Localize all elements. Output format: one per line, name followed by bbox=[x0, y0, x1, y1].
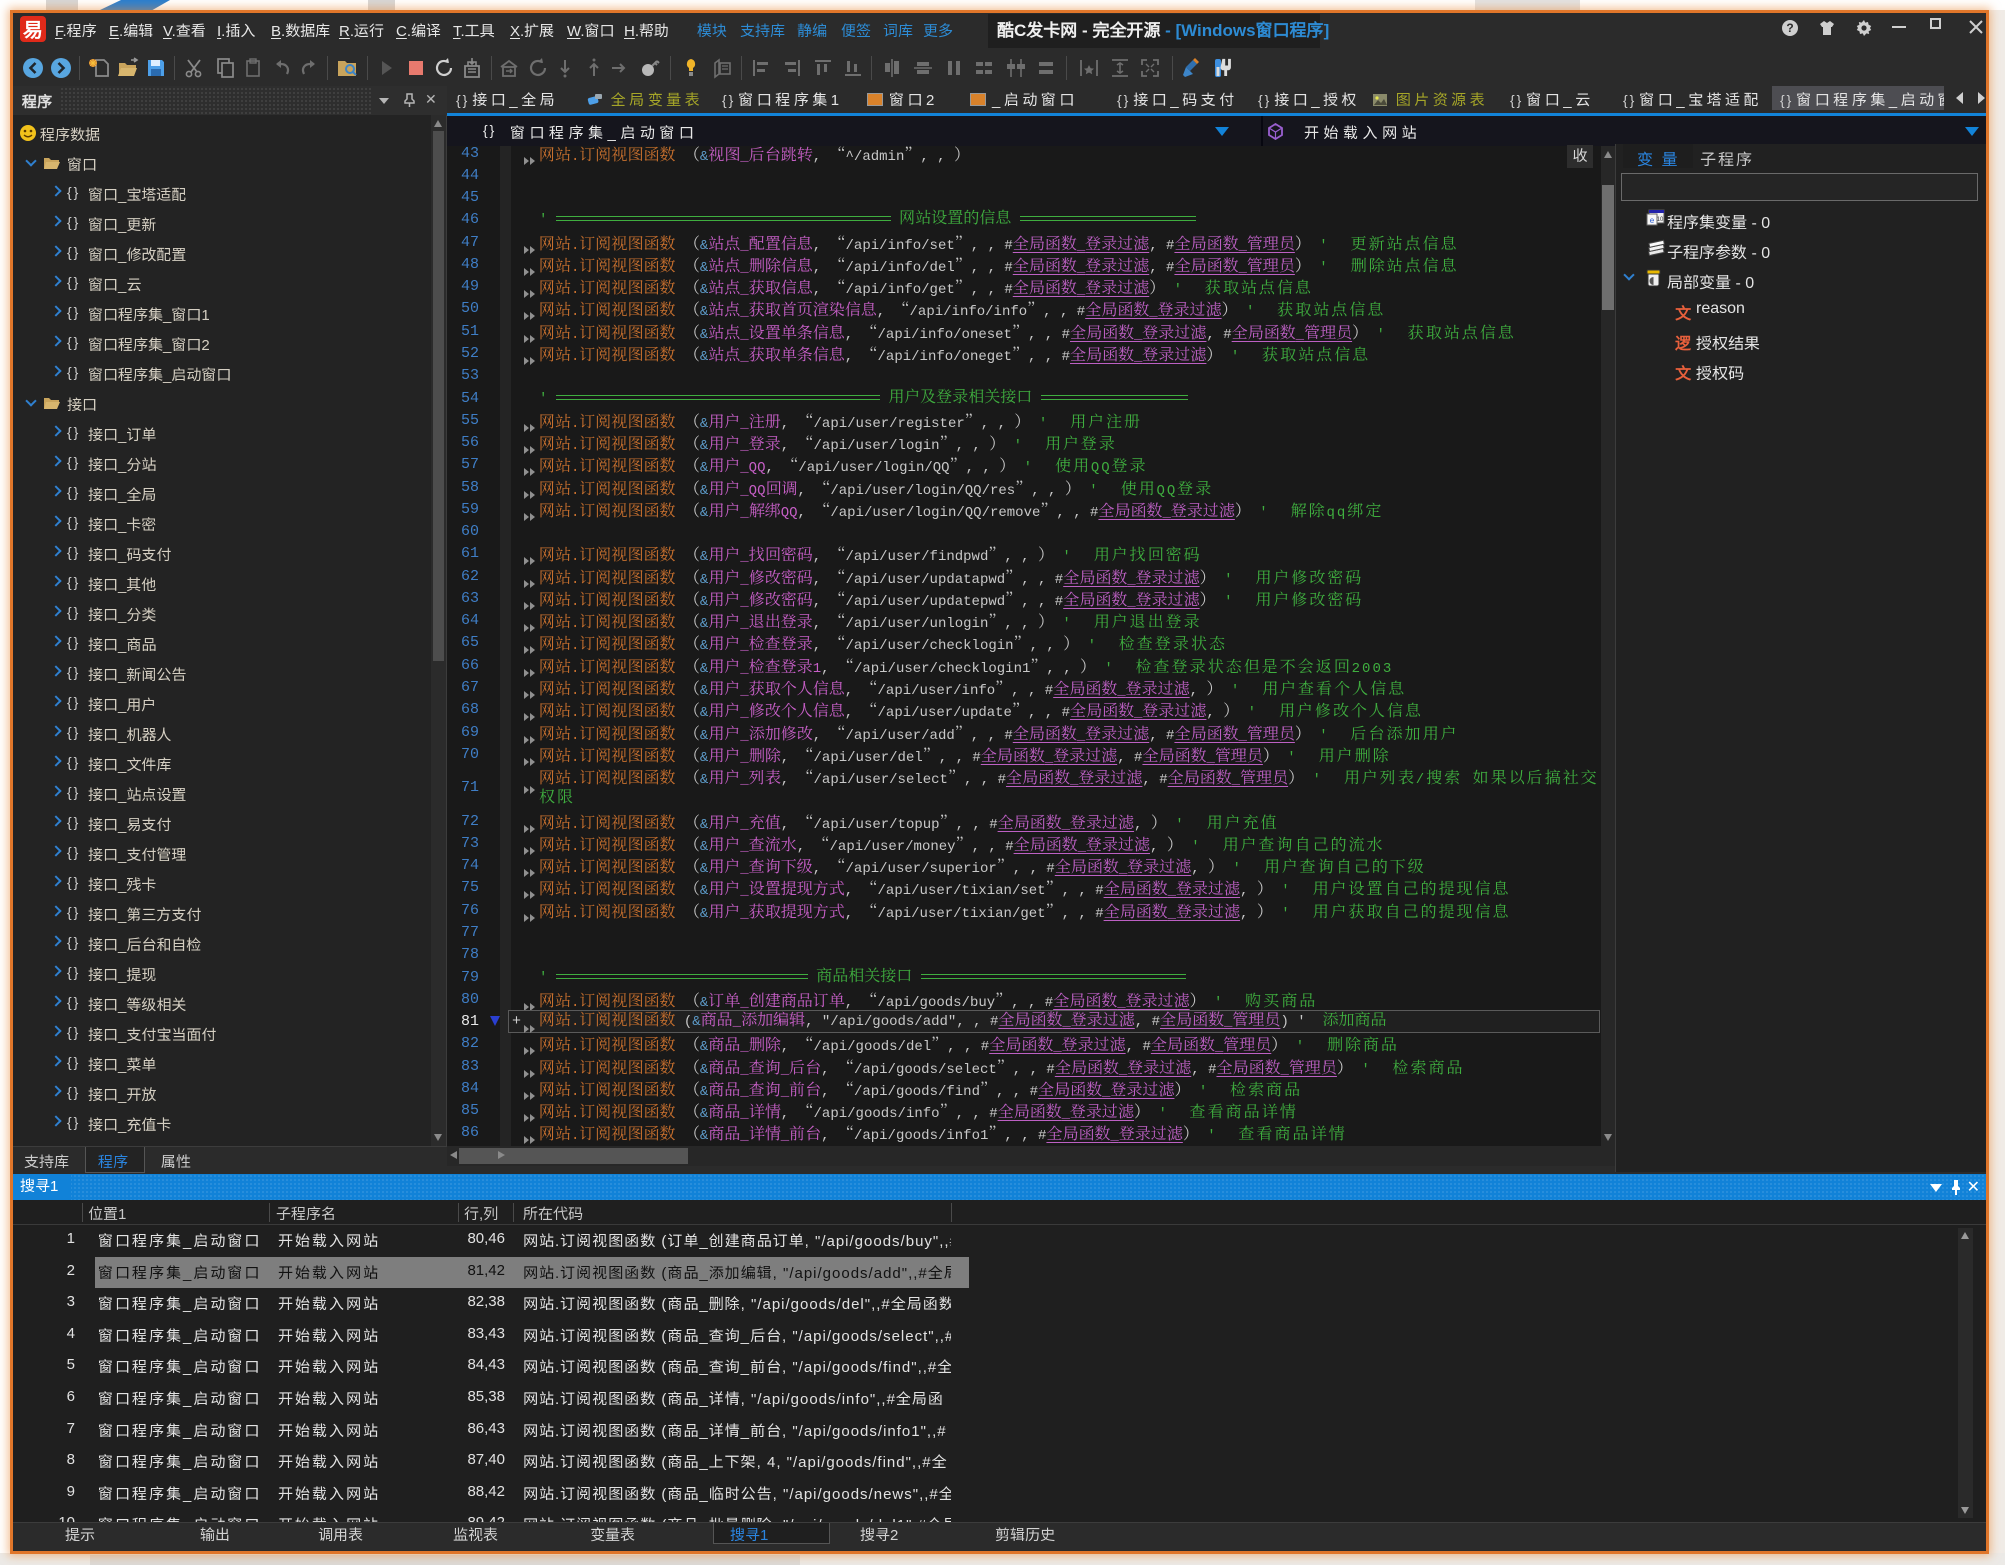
svg-text:?: ? bbox=[1786, 21, 1793, 35]
svg-text:10: 10 bbox=[1657, 217, 1664, 223]
svg-text:e: e bbox=[1650, 216, 1655, 225]
